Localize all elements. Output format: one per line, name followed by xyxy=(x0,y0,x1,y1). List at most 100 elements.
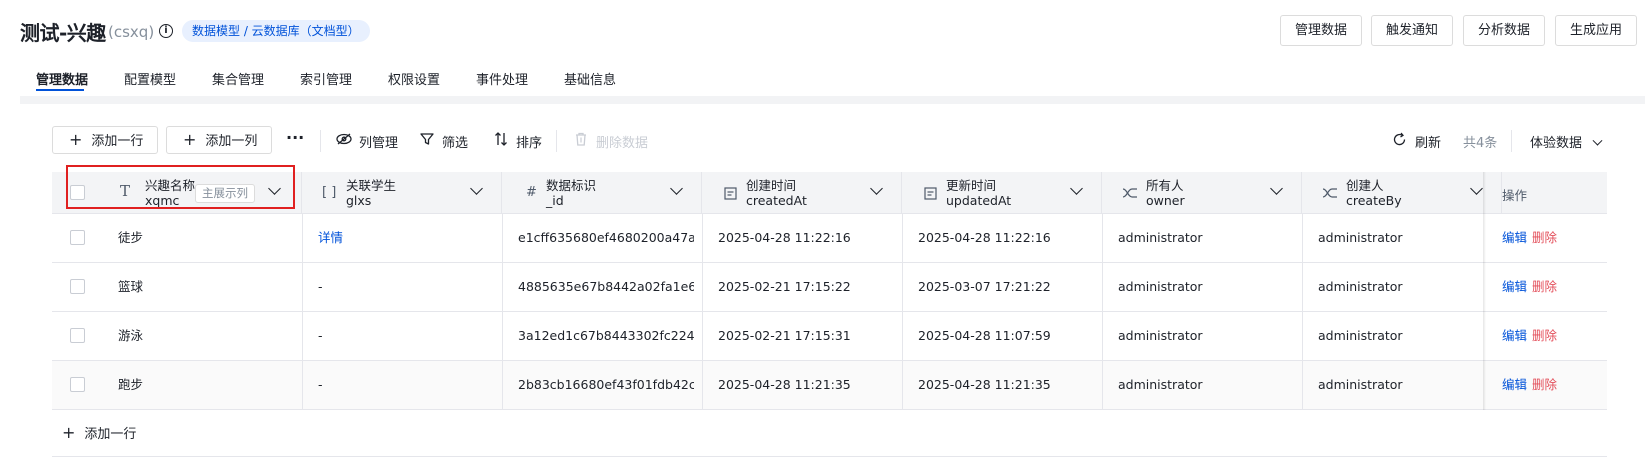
add-row-footer-button[interactable]: + 添加一行 xyxy=(62,423,136,442)
chevron-down-icon xyxy=(1592,135,1603,146)
delete-link[interactable]: 删除 xyxy=(1532,214,1557,262)
row-checkbox[interactable] xyxy=(70,377,85,392)
env-select[interactable]: 体验数据 xyxy=(1530,132,1603,151)
chevron-down-icon[interactable] xyxy=(870,182,883,195)
sort-button[interactable]: 排序 xyxy=(494,132,542,151)
tab-manage-data[interactable]: 管理数据 xyxy=(36,69,88,88)
chevron-down-icon[interactable] xyxy=(670,182,683,195)
column-divider xyxy=(302,312,303,360)
more-icon[interactable]: ··· xyxy=(286,128,304,147)
chevron-down-icon[interactable] xyxy=(1070,182,1083,195)
active-tab-indicator xyxy=(36,89,84,91)
cell-glxs-link[interactable]: 详情 xyxy=(318,214,343,262)
cell-owner: administrator xyxy=(1118,377,1203,392)
chevron-down-icon[interactable] xyxy=(1270,182,1283,195)
row-checkbox[interactable] xyxy=(70,230,85,245)
row-checkbox[interactable] xyxy=(70,328,85,343)
refresh-button[interactable]: 刷新 xyxy=(1392,132,1441,151)
chevron-down-icon[interactable] xyxy=(470,182,483,195)
table-row: 徒步 详情 e1cff635680ef4680200a47a... 2025-0… xyxy=(52,214,1607,263)
page-title-sub: (csxq) xyxy=(108,23,155,41)
column-divider xyxy=(1302,263,1303,311)
cell-id: e1cff635680ef4680200a47a... xyxy=(518,230,694,245)
column-divider xyxy=(502,263,503,311)
tab-basic-info[interactable]: 基础信息 xyxy=(564,69,616,88)
cell-xqmc: 跑步 xyxy=(118,377,144,392)
user-icon xyxy=(1122,185,1138,199)
edit-link[interactable]: 编辑 xyxy=(1502,312,1527,360)
edit-link[interactable]: 编辑 xyxy=(1502,263,1527,311)
edit-link[interactable]: 编辑 xyxy=(1502,214,1527,262)
column-divider xyxy=(1302,361,1303,409)
column-manage-button[interactable]: 列管理 xyxy=(336,132,398,151)
cell-id: 3a12ed1c67b8443302fc224... xyxy=(518,328,694,343)
column-header-owner[interactable]: 所有人 owner xyxy=(1102,172,1302,214)
plus-icon: + xyxy=(69,130,83,149)
cell-createBy: administrator xyxy=(1318,279,1403,294)
filter-icon xyxy=(420,132,434,146)
edit-link[interactable]: 编辑 xyxy=(1502,361,1527,409)
filter-button[interactable]: 筛选 xyxy=(420,132,468,151)
column-key: createdAt xyxy=(746,193,807,208)
cell-id: 2b83cb16680ef43f01fdb42c... xyxy=(518,377,694,392)
column-header-updatedAt[interactable]: 更新时间 updatedAt xyxy=(902,172,1102,214)
table-bottom-divider xyxy=(52,456,1607,457)
column-header-glxs[interactable]: [ ] 关联学生 glxs xyxy=(302,172,502,214)
tab-event-handle[interactable]: 事件处理 xyxy=(476,69,528,88)
cell-glxs: - xyxy=(318,279,323,294)
table-row: 游泳 - 3a12ed1c67b8443302fc224... 2025-02-… xyxy=(52,312,1607,361)
column-divider xyxy=(502,312,503,360)
toolbar-divider xyxy=(556,130,557,152)
column-divider xyxy=(502,214,503,262)
breadcrumb[interactable]: 数据模型 / 云数据库（文档型） xyxy=(182,20,370,42)
cell-createBy: administrator xyxy=(1318,230,1403,245)
column-header-createdAt[interactable]: 创建时间 createdAt xyxy=(702,172,902,214)
cell-createdAt: 2025-02-21 17:15:31 xyxy=(718,328,851,343)
total-count: 共4条 xyxy=(1463,136,1498,151)
cell-glxs: - xyxy=(318,328,323,343)
env-select-value: 体验数据 xyxy=(1530,136,1583,151)
column-divider xyxy=(1102,312,1103,360)
column-header-createBy[interactable]: 创建人 createBy xyxy=(1302,172,1502,214)
add-row-footer-label: 添加一行 xyxy=(84,427,137,442)
toolbar-divider xyxy=(1511,130,1512,152)
column-key: createBy xyxy=(1346,193,1402,208)
column-key: _id xyxy=(546,193,564,208)
cell-xqmc: 徒步 xyxy=(118,230,144,245)
manage-data-button[interactable]: 管理数据 xyxy=(1280,15,1362,46)
column-divider xyxy=(502,361,503,409)
delete-link[interactable]: 删除 xyxy=(1532,312,1557,360)
column-divider xyxy=(1302,312,1303,360)
generate-app-button[interactable]: 生成应用 xyxy=(1555,15,1637,46)
trigger-notify-button[interactable]: 触发通知 xyxy=(1371,15,1453,46)
info-icon[interactable]: i xyxy=(159,24,173,38)
analyze-data-button[interactable]: 分析数据 xyxy=(1463,15,1545,46)
add-row-button[interactable]: + 添加一行 xyxy=(52,126,158,154)
tab-config-model[interactable]: 配置模型 xyxy=(124,69,176,88)
column-header-id[interactable]: # 数据标识 _id xyxy=(502,172,702,214)
chevron-down-icon[interactable] xyxy=(1470,182,1483,195)
user-icon xyxy=(1322,185,1338,199)
column-key: owner xyxy=(1146,193,1185,208)
delete-link[interactable]: 删除 xyxy=(1532,263,1557,311)
cell-updatedAt: 2025-04-28 11:07:59 xyxy=(918,328,1051,343)
column-key: glxs xyxy=(346,193,372,208)
tab-collection-manage[interactable]: 集合管理 xyxy=(212,69,264,88)
tab-index-manage[interactable]: 索引管理 xyxy=(300,69,352,88)
tab-permission[interactable]: 权限设置 xyxy=(388,69,440,88)
column-divider xyxy=(902,361,903,409)
refresh-label: 刷新 xyxy=(1415,136,1442,151)
delete-link[interactable]: 删除 xyxy=(1532,361,1557,409)
column-divider xyxy=(902,263,903,311)
cell-createdAt: 2025-04-28 11:21:35 xyxy=(718,377,851,392)
column-name: 更新时间 xyxy=(946,178,997,193)
delete-data-button[interactable]: 删除数据 xyxy=(574,132,648,151)
cell-owner: administrator xyxy=(1118,328,1203,343)
sort-label: 排序 xyxy=(516,136,543,151)
add-column-button[interactable]: + 添加一列 xyxy=(166,126,272,154)
cell-id: 4885635e67b8442a02fa1e6... xyxy=(518,279,694,294)
column-divider xyxy=(1102,263,1103,311)
row-checkbox[interactable] xyxy=(70,279,85,294)
cell-owner: administrator xyxy=(1118,230,1203,245)
column-divider xyxy=(302,361,303,409)
